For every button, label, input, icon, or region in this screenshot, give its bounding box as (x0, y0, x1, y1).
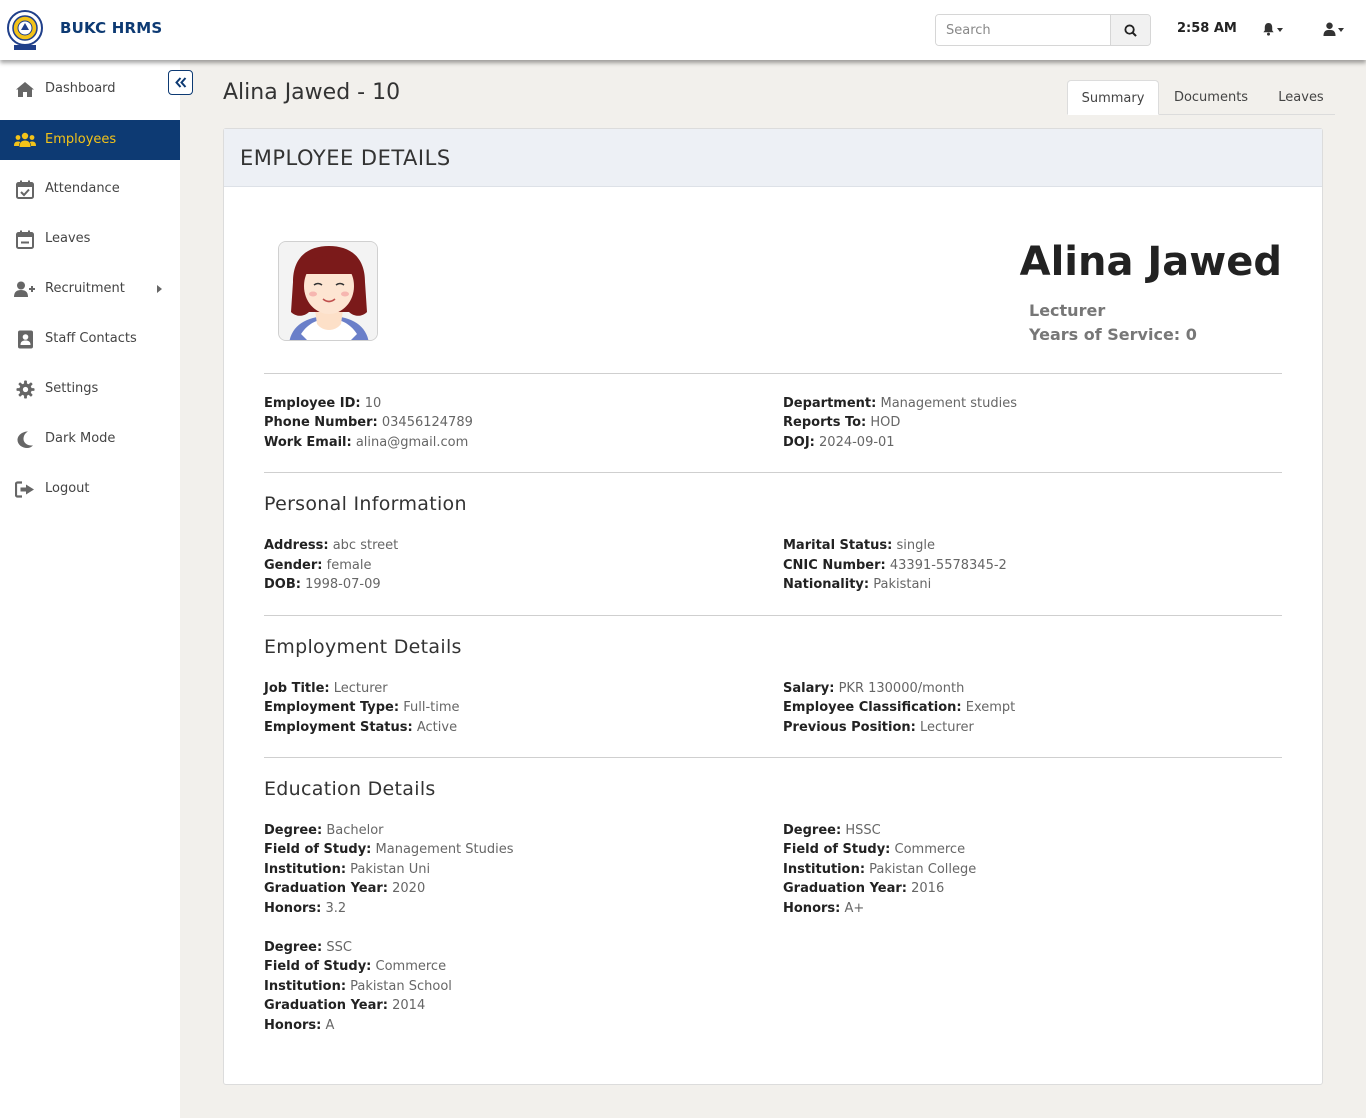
field-employee-id: Employee ID: 10 (264, 396, 382, 411)
field-institution: Institution: Pakistan Uni (264, 862, 431, 877)
bell-icon (1263, 22, 1274, 36)
field-institution: Institution: Pakistan School (264, 979, 452, 994)
section-title-education: Education Details (264, 778, 436, 800)
field-employment-type: Employment Type: Full-time (264, 700, 460, 715)
field-phone-number: Phone Number: 03456124789 (264, 415, 473, 430)
employee-avatar (278, 241, 378, 341)
user-menu-dropdown[interactable] (1323, 22, 1344, 36)
app-brand[interactable]: BUKC HRMS (60, 19, 162, 37)
sidebar-collapse-button[interactable] (168, 70, 193, 95)
field-marital-status: Marital Status: single (783, 538, 935, 553)
divider (264, 373, 1282, 374)
years-of-service-label: Years of Service: (1029, 325, 1181, 344)
field-degree: Degree: HSSC (783, 823, 881, 838)
search-input[interactable] (936, 15, 1112, 45)
field-graduation-year: Graduation Year: 2016 (783, 881, 945, 896)
chevron-right-icon (157, 285, 162, 293)
sign-out-icon (14, 479, 36, 499)
gear-icon (14, 379, 36, 399)
tab-leaves[interactable]: Leaves (1267, 80, 1335, 115)
employee-role: Lecturer (1029, 301, 1106, 320)
sidebar-item-employees[interactable]: Employees (0, 120, 180, 160)
field-salary: Salary: PKR 130000/month (783, 681, 965, 696)
chevron-down-icon (1338, 28, 1344, 32)
field-employment-status: Employment Status: Active (264, 720, 458, 735)
university-logo[interactable] (6, 8, 44, 52)
sidebar-item-label: Dark Mode (45, 431, 116, 446)
card-header: EMPLOYEE DETAILS (224, 129, 1322, 187)
clock-time: 2:58 AM (1177, 21, 1237, 36)
top-navbar: BUKC HRMS 2:58 AM (0, 0, 1366, 60)
address-book-icon (14, 329, 36, 349)
field-job-title: Job Title: Lecturer (264, 681, 388, 696)
sidebar-item-settings[interactable]: Settings (0, 369, 180, 409)
section-title-personal: Personal Information (264, 493, 467, 515)
sidebar-item-leaves[interactable]: Leaves (0, 219, 180, 259)
moon-icon (14, 429, 36, 449)
sidebar-item-dark-mode[interactable]: Dark Mode (0, 419, 180, 459)
users-icon (14, 130, 36, 150)
section-title-employment: Employment Details (264, 636, 462, 658)
search-icon (1124, 23, 1137, 37)
field-department: Department: Management studies (783, 396, 1017, 411)
home-icon (14, 79, 36, 99)
sidebar-item-label: Settings (45, 381, 99, 396)
search-box (935, 14, 1151, 46)
divider (264, 615, 1282, 616)
sidebar-item-label: Recruitment (45, 281, 125, 296)
notifications-dropdown[interactable] (1262, 22, 1283, 36)
divider (264, 472, 1282, 473)
sidebar-item-label: Employees (45, 132, 117, 147)
field-gender: Gender: female (264, 558, 372, 573)
field-doj: DOJ: 2024-09-01 (783, 435, 895, 450)
sidebar-item-label: Dashboard (45, 81, 116, 96)
employee-details-card: EMPLOYEE DETAILS Alina Jawed Lecturer Ye… (223, 128, 1323, 1085)
field-honors: Honors: A (264, 1018, 335, 1033)
field-dob: DOB: 1998-07-09 (264, 577, 381, 592)
tab-bar: Summary Documents Leaves (1067, 80, 1335, 115)
years-of-service-value: 0 (1185, 325, 1197, 344)
years-of-service: Years of Service: 0 (1029, 325, 1197, 344)
user-plus-icon (14, 279, 36, 299)
sidebar-item-label: Logout (45, 481, 90, 496)
search-button[interactable] (1110, 15, 1150, 45)
sidebar-item-dashboard[interactable]: Dashboard (0, 69, 180, 109)
user-icon (1323, 22, 1336, 36)
sidebar-item-recruitment[interactable]: Recruitment (0, 269, 180, 309)
calendar-minus-icon (14, 229, 36, 249)
field-nationality: Nationality: Pakistani (783, 577, 932, 592)
field-graduation-year: Graduation Year: 2014 (264, 998, 426, 1013)
card-title: EMPLOYEE DETAILS (240, 146, 451, 170)
sidebar-item-attendance[interactable]: Attendance (0, 169, 180, 209)
field-field-of-study: Field of Study: Management Studies (264, 842, 514, 857)
sidebar-item-label: Staff Contacts (45, 331, 137, 346)
field-honors: Honors: A+ (783, 901, 865, 916)
field-cnic-number: CNIC Number: 43391-5578345-2 (783, 558, 1007, 573)
calendar-check-icon (14, 179, 36, 199)
field-reports-to: Reports To: HOD (783, 415, 901, 430)
field-field-of-study: Field of Study: Commerce (783, 842, 966, 857)
field-institution: Institution: Pakistan College (783, 862, 977, 877)
field-work-email: Work Email: alina@gmail.com (264, 435, 469, 450)
field-address: Address: abc street (264, 538, 399, 553)
field-degree: Degree: Bachelor (264, 823, 384, 838)
field-previous-position: Previous Position: Lecturer (783, 720, 974, 735)
sidebar: Dashboard Employees Attendance Leaves Re… (0, 60, 180, 1118)
sidebar-item-label: Leaves (45, 231, 91, 246)
divider (264, 757, 1282, 758)
sidebar-item-staff-contacts[interactable]: Staff Contacts (0, 319, 180, 359)
field-field-of-study: Field of Study: Commerce (264, 959, 447, 974)
field-graduation-year: Graduation Year: 2020 (264, 881, 426, 896)
field-honors: Honors: 3.2 (264, 901, 347, 916)
sidebar-item-logout[interactable]: Logout (0, 469, 180, 509)
field-employee-classification: Employee Classification: Exempt (783, 700, 1016, 715)
chevron-down-icon (1277, 28, 1283, 32)
tab-summary[interactable]: Summary (1067, 80, 1159, 115)
sidebar-item-label: Attendance (45, 181, 120, 196)
page-title: Alina Jawed - 10 (223, 80, 401, 105)
field-degree: Degree: SSC (264, 940, 352, 955)
tab-documents[interactable]: Documents (1165, 80, 1257, 115)
employee-name: Alina Jawed (1019, 239, 1282, 285)
double-chevron-left-icon (174, 77, 186, 88)
